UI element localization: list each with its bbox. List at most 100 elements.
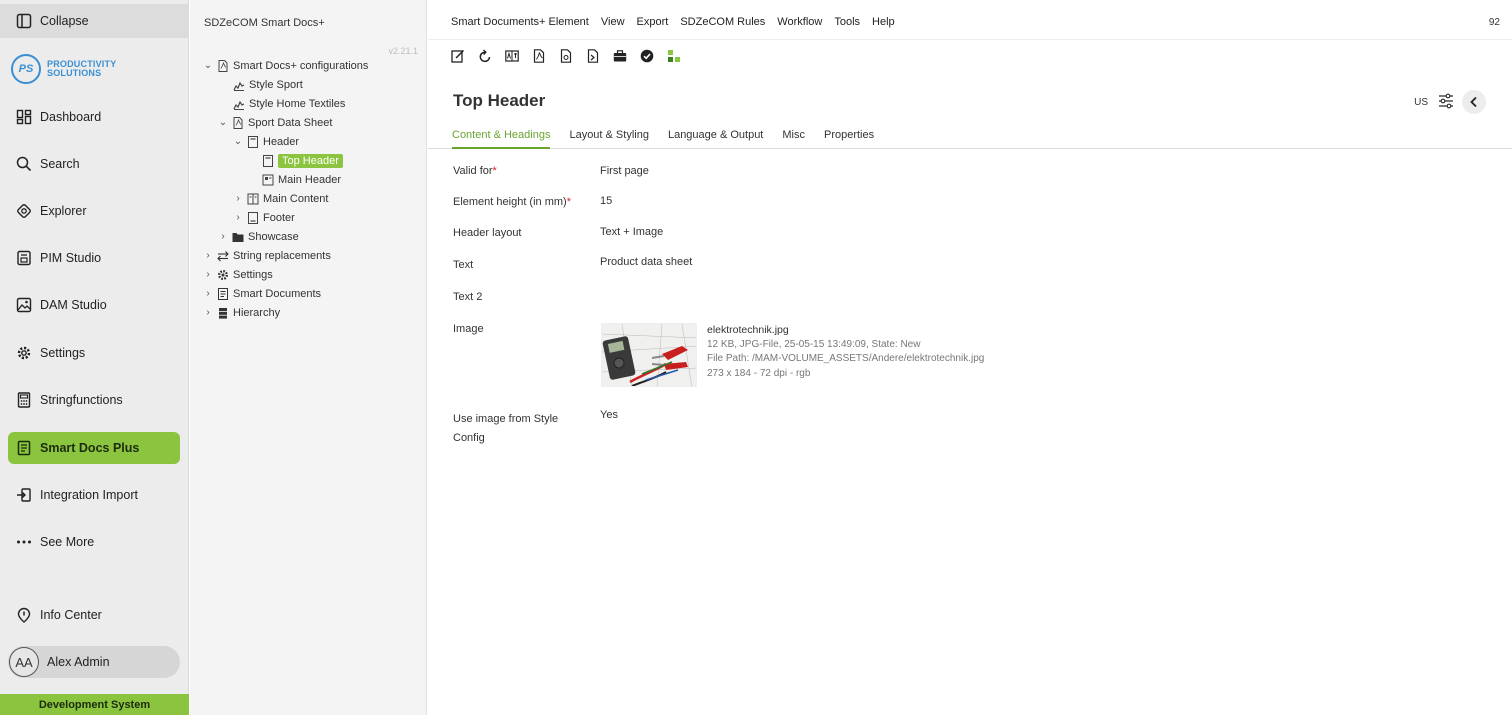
reload-icon	[479, 49, 491, 63]
nav-label: Explorer	[40, 204, 87, 218]
tree-node-header[interactable]: ⌄ Header	[232, 132, 299, 151]
nav-label: Search	[40, 157, 80, 171]
chevron-right-icon[interactable]: ›	[232, 212, 244, 223]
briefcase-icon	[613, 50, 627, 62]
collapse-panel-button[interactable]	[1462, 90, 1486, 114]
chevron-down-icon[interactable]: ⌄	[217, 117, 229, 128]
nav-item-dam-studio[interactable]: DAM Studio	[8, 289, 180, 321]
preview-button[interactable]	[559, 49, 573, 63]
version-label: v2.21.1	[388, 46, 418, 56]
menu-sdzecom-rules[interactable]: SDZeCOM Rules	[680, 16, 765, 28]
tree-node-main-content[interactable]: › Main Content	[232, 189, 328, 208]
element-height-label: Element height (in mm)*	[453, 196, 571, 208]
nav-item-settings[interactable]: Settings	[8, 337, 180, 369]
reload-button[interactable]	[478, 49, 492, 63]
header-layout-value[interactable]: Text + Image	[600, 226, 663, 238]
chevron-right-icon[interactable]: ›	[202, 288, 214, 299]
tree-node-smart-documents[interactable]: › Smart Documents	[202, 284, 321, 303]
nav-item-search[interactable]: Search	[8, 148, 180, 180]
chevron-right-icon[interactable]: ›	[202, 307, 214, 318]
collapse-button[interactable]: Collapse	[0, 4, 189, 38]
pdf-icon	[533, 49, 545, 63]
element-height-value[interactable]: 15	[600, 195, 612, 207]
nav-item-info-center[interactable]: Info Center	[8, 599, 180, 631]
image-label: Image	[453, 323, 484, 335]
menu-help[interactable]: Help	[872, 16, 895, 28]
tree-node-configurations[interactable]: ⌄ Smart Docs+ configurations	[202, 56, 368, 75]
company-logo[interactable]: PS PRODUCTIVITY SOLUTIONS	[11, 54, 116, 84]
nav-item-explorer[interactable]: Explorer	[8, 195, 180, 227]
tree-node-main-header[interactable]: Main Header	[259, 170, 341, 189]
image-dimensions: 273 x 184 - 72 dpi - rgb	[707, 367, 811, 379]
tree-node-label: Settings	[233, 268, 273, 281]
text-label: Text	[453, 259, 474, 271]
tree-node-style-home-textiles[interactable]: Style Home Textiles	[230, 94, 345, 113]
explorer-icon	[17, 204, 31, 218]
tree-node-sport-data-sheet[interactable]: ⌄ Sport Data Sheet	[217, 113, 332, 132]
tree-node-label: Hierarchy	[233, 306, 281, 319]
chevron-down-icon[interactable]: ⌄	[232, 136, 244, 147]
assets-button[interactable]	[613, 49, 627, 63]
nav-label: Stringfunctions	[40, 393, 123, 407]
tree-node-label: Main Content	[263, 192, 329, 205]
nav-item-stringfunctions[interactable]: Stringfunctions	[8, 384, 180, 416]
use-image-style-value[interactable]: Yes	[600, 409, 618, 421]
menu-smart-documents-element[interactable]: Smart Documents+ Element	[451, 16, 589, 28]
tree-node-top-header[interactable]: Top Header	[259, 151, 343, 170]
chevron-right-icon[interactable]: ›	[232, 193, 244, 204]
logo-text-line2: SOLUTIONS	[47, 68, 102, 78]
chevron-right-icon[interactable]: ›	[217, 231, 229, 242]
tree-node-footer[interactable]: › Footer	[232, 208, 295, 227]
chevron-right-icon[interactable]: ›	[202, 269, 214, 280]
tree-node-label: Sport Data Sheet	[248, 116, 333, 129]
nav-label: DAM Studio	[40, 298, 107, 312]
nav-item-smart-docs-plus[interactable]: Smart Docs Plus	[8, 432, 180, 464]
tree-node-label: String replacements	[233, 249, 331, 262]
options-button[interactable]	[1438, 93, 1454, 112]
user-menu[interactable]: AA Alex Admin	[8, 646, 180, 678]
menu-bar: Smart Documents+ Element View Export SDZ…	[428, 4, 1512, 40]
menu-export[interactable]: Export	[637, 16, 669, 28]
tab-content-headings[interactable]: Content & Headings	[452, 125, 551, 149]
collapse-icon	[16, 13, 32, 29]
tab-misc[interactable]: Misc	[782, 125, 805, 149]
translate-button[interactable]	[505, 49, 519, 63]
footer-element-icon	[246, 211, 259, 224]
tree-node-hierarchy[interactable]: › Hierarchy	[202, 303, 280, 322]
dashboard-icon	[16, 109, 32, 125]
gear-icon	[17, 346, 31, 360]
text-value[interactable]: Product data sheet	[600, 256, 692, 268]
chevron-down-icon[interactable]: ⌄	[202, 60, 214, 71]
tree-node-string-replacements[interactable]: › String replacements	[202, 246, 331, 265]
valid-for-value[interactable]: First page	[600, 165, 649, 177]
menu-tools[interactable]: Tools	[834, 16, 860, 28]
image-filename[interactable]: elektrotechnik.jpg	[707, 323, 984, 338]
menu-view[interactable]: View	[601, 16, 625, 28]
tab-layout-styling[interactable]: Layout & Styling	[569, 125, 649, 149]
tree-node-label: Footer	[263, 211, 295, 224]
tree-node-showcase[interactable]: › Showcase	[217, 227, 299, 246]
nav-item-pim-studio[interactable]: PIM Studio	[8, 242, 180, 274]
nav-item-see-more[interactable]: See More	[8, 526, 180, 558]
tab-language-output[interactable]: Language & Output	[668, 125, 763, 149]
tree-node-label: Showcase	[248, 230, 299, 243]
edit-button[interactable]	[451, 49, 465, 63]
tree-node-settings[interactable]: › Settings	[202, 265, 273, 284]
export-button[interactable]	[586, 49, 600, 63]
chevron-right-icon[interactable]: ›	[202, 250, 214, 261]
tree-node-label: Smart Documents	[233, 287, 322, 300]
nav-label: Settings	[40, 346, 86, 360]
approve-button[interactable]	[640, 49, 654, 63]
language-selector[interactable]: US	[1414, 97, 1428, 108]
structure-button[interactable]	[667, 49, 681, 63]
nav-item-dashboard[interactable]: Dashboard	[8, 101, 180, 133]
nav-item-integration-import[interactable]: Integration Import	[8, 479, 180, 511]
tab-properties[interactable]: Properties	[824, 125, 874, 149]
pim-studio-icon	[17, 250, 31, 266]
pdf-button[interactable]	[532, 49, 546, 63]
text2-label: Text 2	[453, 291, 483, 303]
tree-node-style-sport[interactable]: Style Sport	[230, 75, 303, 94]
nav-label: Integration Import	[40, 488, 138, 502]
image-thumbnail[interactable]	[601, 323, 697, 387]
menu-workflow[interactable]: Workflow	[777, 16, 822, 28]
